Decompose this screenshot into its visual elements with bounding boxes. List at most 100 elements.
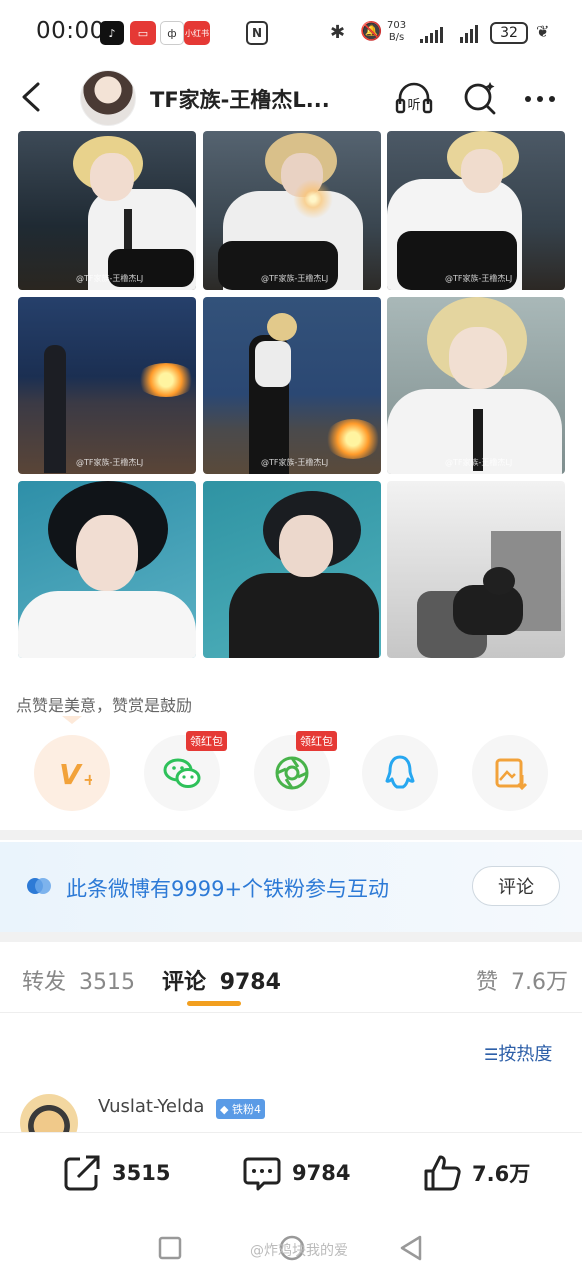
sort-label: 按热度	[498, 1044, 553, 1065]
photo-watermark: @TF家族-王橹杰LJ	[445, 274, 513, 283]
tabs: 转发 3515 评论 9784 赞 7.6万	[0, 942, 582, 1013]
nfc-icon: N	[246, 21, 268, 45]
fans-text: 此条微博有9999+个铁粉参与互动	[66, 877, 390, 901]
signal-icon-2	[460, 23, 478, 43]
photo-5[interactable]: @TF家族-王橹杰LJ	[203, 297, 381, 474]
divider	[0, 830, 582, 840]
action-bar: 3515 9784 7.6万	[0, 1132, 582, 1217]
header: TF家族-王橹杰L... 听	[0, 66, 582, 130]
photo-watermark: @TF家族-王橹杰LJ	[76, 274, 144, 283]
photo-6[interactable]: @TF家族-王橹杰LJ	[387, 297, 565, 474]
comment-action-button[interactable]: 9784	[242, 1153, 350, 1193]
system-nav-bar: @炸鸡块我的爱	[0, 1216, 582, 1280]
tab-comment-count: 9784	[219, 970, 281, 995]
tab-comment[interactable]: 评论 9784	[162, 964, 281, 996]
status-time: 00:00	[36, 18, 105, 44]
page-title[interactable]: TF家族-王橹杰L...	[150, 84, 330, 114]
tab-repost-label: 转发	[22, 970, 67, 995]
sort-button[interactable]: ☰按热度	[484, 1040, 552, 1066]
photo-watermark: @TF家族-王橹杰LJ	[76, 458, 144, 467]
red-packet-tag: 领红包	[186, 731, 227, 751]
save-image-button[interactable]	[472, 735, 548, 811]
save-image-icon	[495, 758, 528, 791]
photo-3[interactable]: @TF家族-王橹杰LJ	[387, 131, 565, 290]
search-icon[interactable]	[460, 78, 500, 118]
repost-count: 3515	[112, 1161, 171, 1185]
like-hint: 点赞是美意，赞赏是鼓励	[16, 696, 193, 715]
avatar[interactable]	[80, 70, 136, 126]
svg-text:V: V	[59, 758, 83, 791]
xiaohongshu-icon: 小红书	[184, 21, 210, 45]
share-qq-button[interactable]	[362, 735, 438, 811]
recent-apps-icon[interactable]	[158, 1236, 182, 1260]
bluetooth-icon: ✱	[330, 22, 346, 43]
figure	[453, 585, 523, 635]
tab-like[interactable]: 赞 7.6万	[476, 964, 568, 996]
comment-icon	[243, 1157, 281, 1191]
back-icon[interactable]	[18, 80, 48, 114]
like-count: 7.6万	[472, 1162, 531, 1186]
figure-hair	[267, 313, 297, 341]
signal-icon	[420, 23, 443, 43]
figure	[229, 573, 379, 658]
figure-face	[449, 327, 507, 389]
figure-face	[279, 515, 333, 577]
comment-button[interactable]: 评论	[472, 866, 560, 906]
tab-repost-count: 3515	[79, 970, 136, 995]
repost-icon	[64, 1155, 100, 1191]
photo-grid: @TF家族-王橹杰LJ @TF家族-王橹杰LJ @TF家族-王橹杰LJ @TF家…	[18, 131, 565, 659]
tab-like-label: 赞	[476, 970, 499, 995]
app-icon: ф	[160, 21, 184, 45]
moments-icon	[275, 756, 309, 790]
figure	[44, 345, 66, 473]
like-button[interactable]: 7.6万	[422, 1153, 530, 1193]
hint-pointer	[62, 716, 82, 724]
comment-count: 9784	[292, 1161, 351, 1185]
thumbs-up-icon	[424, 1155, 461, 1191]
tab-repost[interactable]: 转发 3515	[22, 964, 135, 996]
leaf-icon: ❦	[536, 22, 550, 41]
divider	[0, 932, 582, 942]
listen-label: 听	[407, 98, 420, 113]
photo-2[interactable]: @TF家族-王橹杰LJ	[203, 131, 381, 290]
wechat-icon	[163, 758, 201, 788]
qq-icon	[385, 755, 415, 789]
photo-7[interactable]	[18, 481, 196, 658]
commenter-name[interactable]: Vuslat-Yelda	[98, 1096, 204, 1117]
red-packet-tag: 领红包	[296, 731, 337, 751]
photo-watermark: @TF家族-王橹杰LJ	[445, 458, 513, 467]
tab-underline	[187, 1001, 241, 1006]
fans-interaction-bar[interactable]: 此条微博有9999+个铁粉参与互动 评论	[0, 842, 582, 932]
watermark: @炸鸡块我的爱	[250, 1243, 348, 1259]
nav-back-icon[interactable]	[398, 1234, 424, 1262]
figure	[18, 591, 196, 658]
weibo-icon: ▭	[130, 21, 156, 45]
sort-icon: ☰	[484, 1045, 499, 1064]
share-reward-row: V + 领红包 领红包	[0, 731, 582, 811]
figure-shirt	[255, 341, 291, 387]
status-bar: 00:00 ♪ ▭ ф 小红书 N ✱ 🔕 703 B/s 32 ❦	[0, 0, 582, 66]
fan-badge: ◆ 铁粉4	[216, 1099, 265, 1119]
figure-face	[461, 149, 503, 193]
photo-1[interactable]: @TF家族-王橹杰LJ	[18, 131, 196, 290]
photo-9[interactable]	[387, 481, 565, 658]
more-icon[interactable]	[520, 78, 560, 118]
sparkler	[293, 179, 333, 219]
photo-8[interactable]	[203, 481, 381, 658]
photo-watermark: @TF家族-王橹杰LJ	[261, 458, 329, 467]
fire	[136, 363, 196, 397]
photo-watermark: @TF家族-王橹杰LJ	[261, 274, 329, 283]
photo-4[interactable]: @TF家族-王橹杰LJ	[18, 297, 196, 474]
repost-button[interactable]: 3515	[62, 1153, 170, 1193]
figure-hair	[483, 567, 515, 595]
reward-v-button[interactable]: V +	[34, 735, 110, 811]
fire	[325, 419, 381, 459]
figure-face	[76, 515, 138, 591]
listen-icon[interactable]: 听	[394, 78, 434, 118]
net-speed: 703 B/s	[387, 20, 407, 43]
mute-icon: 🔕	[360, 21, 383, 42]
fans-icon	[27, 878, 51, 894]
svg-text:+: +	[83, 770, 92, 789]
v-plus-icon: V +	[59, 758, 92, 791]
battery-indicator: 32	[490, 22, 528, 44]
